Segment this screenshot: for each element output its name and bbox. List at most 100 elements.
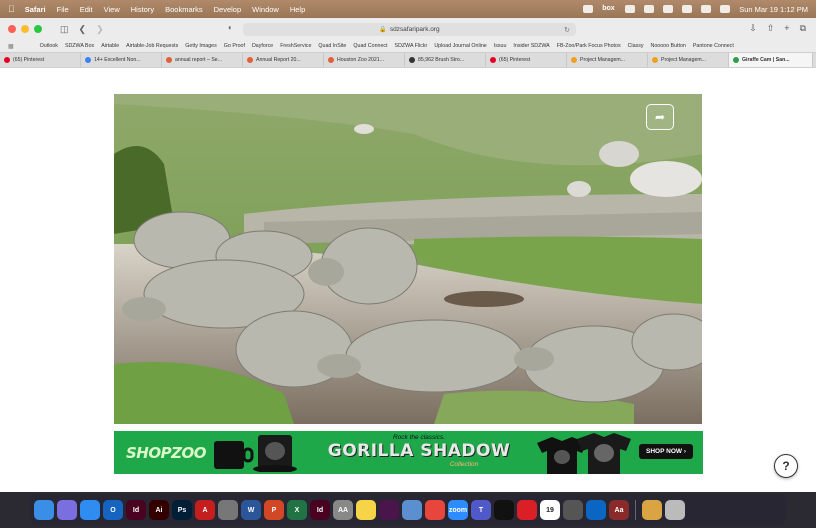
dock-slack-icon[interactable]: [379, 500, 399, 520]
browser-tab[interactable]: Giraffe Cam | San...: [729, 53, 813, 67]
bookmark-item[interactable]: Outlook: [40, 43, 58, 49]
favicon-icon: [85, 57, 91, 63]
apple-icon[interactable]: : [8, 4, 15, 14]
bookmark-item[interactable]: FreshService: [280, 43, 311, 49]
menu-file[interactable]: File: [57, 5, 69, 14]
browser-tab[interactable]: (65) Pinterest: [486, 53, 567, 67]
menu-develop[interactable]: Develop: [214, 5, 242, 14]
bookmark-item[interactable]: Pantone Connect: [693, 43, 734, 49]
dock-powerpoint-icon[interactable]: P: [264, 500, 284, 520]
shopzoo-ad-banner[interactable]: SHOPZOO Rock the classics. GORILLA SHADO…: [114, 431, 703, 474]
cloud-icon[interactable]: [583, 5, 594, 13]
sidebar-icon[interactable]: ◫: [60, 24, 69, 35]
battery-icon[interactable]: [644, 5, 655, 13]
bookmark-item[interactable]: Quad Connect: [353, 43, 387, 49]
menu-view[interactable]: View: [104, 5, 120, 14]
bookmark-item[interactable]: Go Proof: [224, 43, 245, 49]
forward-icon[interactable]: ❯: [96, 24, 104, 35]
box-icon[interactable]: box: [602, 5, 616, 13]
dock-excel-icon[interactable]: X: [287, 500, 307, 520]
shop-now-button[interactable]: SHOP NOW ›: [639, 444, 693, 459]
dock-calendar-icon[interactable]: 19: [540, 500, 560, 520]
status-icon[interactable]: [625, 5, 636, 13]
address-bar[interactable]: 🔒 sdzsafaripark.org ↻: [243, 23, 576, 36]
bookmark-item[interactable]: Upload Journal Online: [434, 43, 486, 49]
bookmark-item[interactable]: Classy: [628, 43, 644, 49]
dock-outlook-icon[interactable]: O: [103, 500, 123, 520]
bookmark-item[interactable]: FB-Zoo/Park Focus Photos: [557, 43, 621, 49]
wifi-icon[interactable]: [682, 5, 693, 13]
tab-label: 85,962 Brush Stro...: [418, 57, 465, 63]
bookmark-item[interactable]: SDZWA Box: [65, 43, 94, 49]
bluetooth-icon[interactable]: [663, 5, 674, 13]
dock-onedrive-icon[interactable]: [586, 500, 606, 520]
bookmark-item[interactable]: Airtable-Job Requests: [126, 43, 178, 49]
live-cam-video[interactable]: ➦: [114, 94, 702, 424]
bookmark-item[interactable]: SDZWA Flickr: [395, 43, 428, 49]
dock-font-book-icon[interactable]: AA: [333, 500, 353, 520]
tab-overview-icon[interactable]: ⧉: [800, 23, 806, 34]
dock-quicktime-icon[interactable]: [563, 500, 583, 520]
bookmark-item[interactable]: Quad InSite: [318, 43, 346, 49]
menu-app-name[interactable]: Safari: [25, 5, 46, 14]
downloads-icon[interactable]: ⇩: [749, 23, 757, 34]
browser-tab[interactable]: (65) Pinterest: [0, 53, 81, 67]
bookmark-item[interactable]: Insider SDZWA: [513, 43, 549, 49]
dock-creative-cloud-icon[interactable]: [517, 500, 537, 520]
browser-tab[interactable]: 14+ Excellent Non...: [81, 53, 162, 67]
dock-zoom-icon[interactable]: zoom: [448, 500, 468, 520]
bookmark-item[interactable]: Nooooo Button: [651, 43, 686, 49]
close-window-button[interactable]: [8, 25, 16, 33]
browser-tab[interactable]: Project Managem...: [648, 53, 729, 67]
spotlight-icon[interactable]: [701, 5, 712, 13]
share-button[interactable]: ➦: [646, 104, 674, 130]
dock-finder-icon[interactable]: [34, 500, 54, 520]
menu-history[interactable]: History: [131, 5, 154, 14]
share-toolbar-icon[interactable]: ⇧: [767, 23, 775, 34]
clock[interactable]: Sun Mar 19 1:12 PM: [739, 5, 808, 14]
dock-safari-icon[interactable]: [80, 500, 100, 520]
new-tab-icon[interactable]: +: [784, 23, 789, 34]
browser-tab[interactable]: Project Managem...: [567, 53, 648, 67]
zoom-window-button[interactable]: [34, 25, 42, 33]
minimize-window-button[interactable]: [21, 25, 29, 33]
dock-notes-icon[interactable]: [356, 500, 376, 520]
browser-tab[interactable]: Houston Zoo 2021...: [324, 53, 405, 67]
bookmark-item[interactable]: Airtable: [101, 43, 119, 49]
bookmarks-grid-icon[interactable]: ▦: [8, 43, 14, 50]
menu-help[interactable]: Help: [290, 5, 305, 14]
browser-tab[interactable]: Annual Report 20...: [243, 53, 324, 67]
browser-tab[interactable]: annual report – Se...: [162, 53, 243, 67]
dock-photoshop-icon[interactable]: Ps: [172, 500, 192, 520]
control-center-icon[interactable]: [720, 5, 731, 13]
bookmark-item[interactable]: Issuu: [494, 43, 507, 49]
dock-trash-icon[interactable]: [665, 500, 685, 520]
dock-system-settings-icon[interactable]: [218, 500, 238, 520]
dock-launchpad-icon[interactable]: [57, 500, 77, 520]
dock-indesign-icon[interactable]: Id: [126, 500, 146, 520]
privacy-shield-icon[interactable]: ◐: [228, 23, 233, 32]
dock-inkscape-icon[interactable]: [494, 500, 514, 520]
browser-chrome: ◫ ❮ ❯ ◐ 🔒 sdzsafaripark.org ↻ ⇩ ⇧ + ⧉ ▦ …: [0, 18, 816, 68]
dock-word-icon[interactable]: W: [241, 500, 261, 520]
banner-tagline: Rock the classics.: [392, 434, 446, 441]
menu-window[interactable]: Window: [252, 5, 279, 14]
dock-indesign-2-icon[interactable]: Id: [310, 500, 330, 520]
menu-bookmarks[interactable]: Bookmarks: [165, 5, 203, 14]
dock-chrome-icon[interactable]: [425, 500, 445, 520]
dock-preview-icon[interactable]: [402, 500, 422, 520]
browser-tab[interactable]: 85,962 Brush Stro...: [405, 53, 486, 67]
bookmark-item[interactable]: Dayforce: [252, 43, 273, 49]
window-controls: [8, 25, 42, 33]
bookmark-item[interactable]: Getty Images: [185, 43, 217, 49]
dock-teams-icon[interactable]: T: [471, 500, 491, 520]
dock-acrobat-icon[interactable]: A: [195, 500, 215, 520]
help-button[interactable]: ?: [774, 454, 798, 478]
back-icon[interactable]: ❮: [79, 24, 87, 35]
reload-icon[interactable]: ↻: [564, 26, 570, 34]
dock-illustrator-icon[interactable]: Ai: [149, 500, 169, 520]
dock-dictionary-icon[interactable]: Aa: [609, 500, 629, 520]
tab-label: Annual Report 20...: [256, 57, 301, 63]
menu-edit[interactable]: Edit: [80, 5, 93, 14]
dock-downloads-icon[interactable]: [642, 500, 662, 520]
